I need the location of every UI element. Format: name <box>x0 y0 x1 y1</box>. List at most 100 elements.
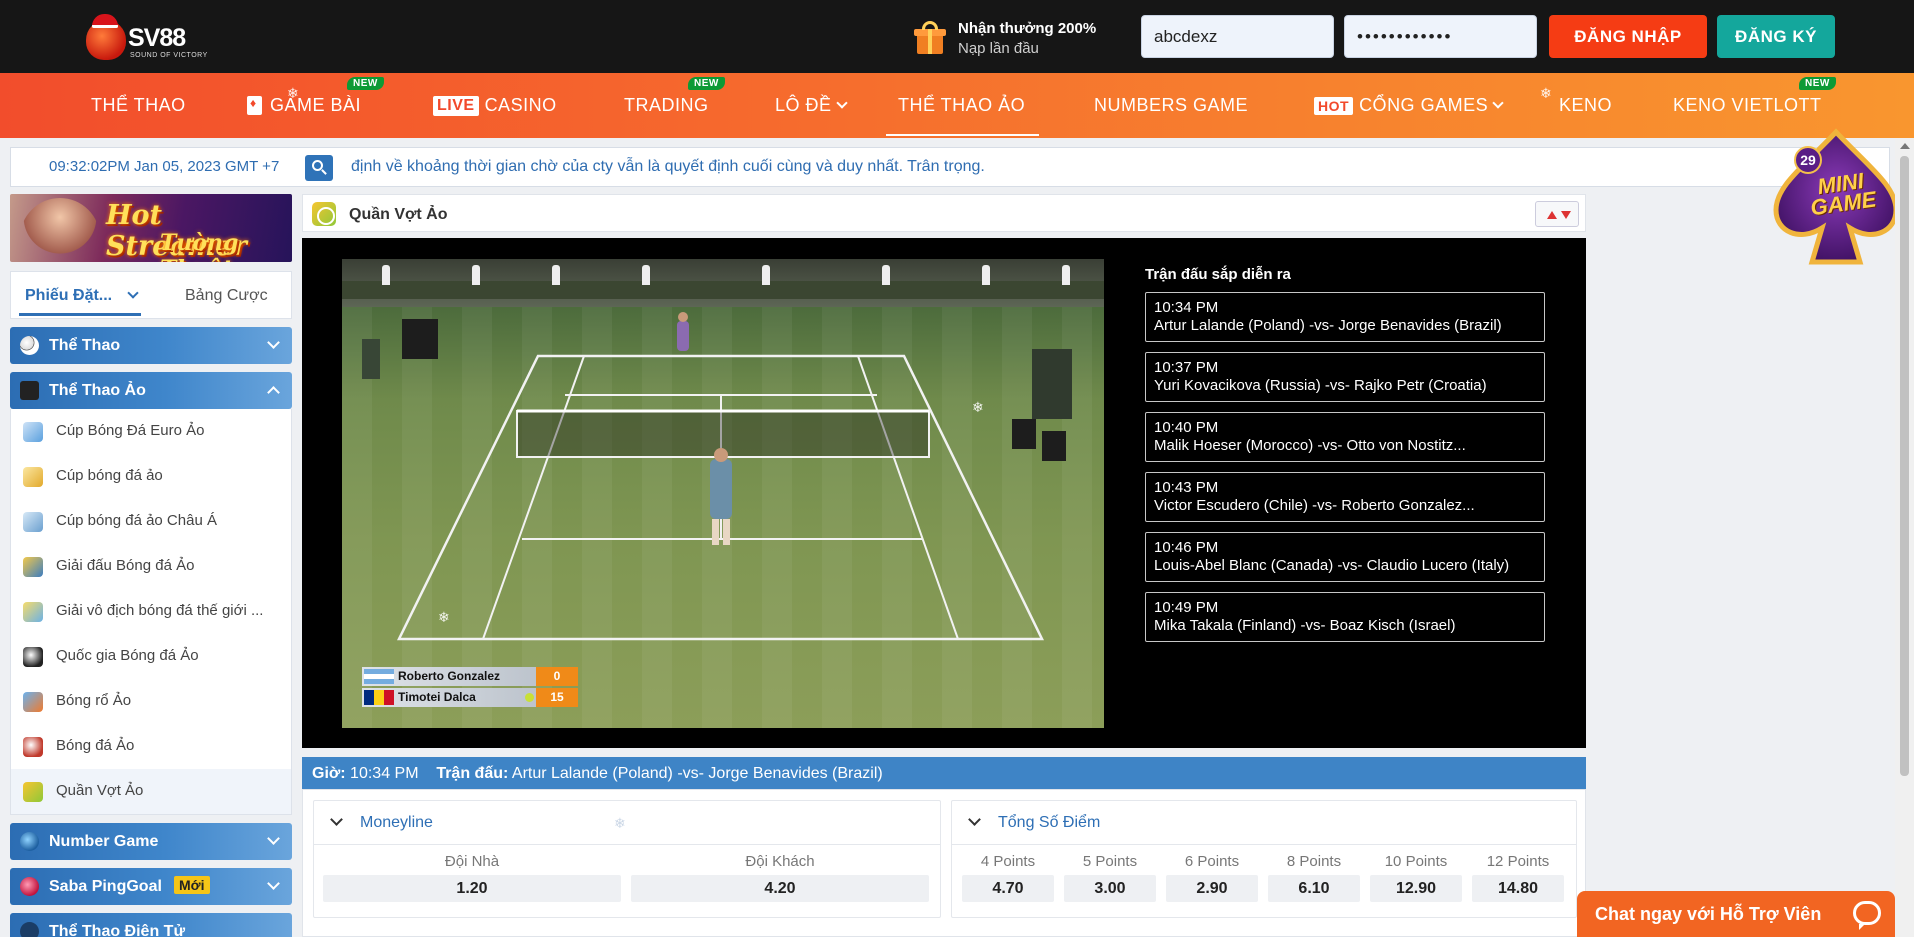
new-tag: Mới <box>174 876 210 894</box>
chevron-down-icon <box>267 336 280 349</box>
sidebar-section-sports[interactable]: Thể Thao <box>10 327 292 364</box>
market-title: Moneyline <box>360 814 433 831</box>
nav-label: LÔ ĐỀ <box>775 95 832 115</box>
password-input[interactable] <box>1344 15 1537 58</box>
sidebar-item-virtual-cup[interactable]: Cúp bóng đá ảo <box>11 454 291 499</box>
sidebar-section-number-game[interactable]: Number Game <box>10 823 292 860</box>
nav-item-live-casino[interactable]: LIVE CASINO <box>433 73 557 138</box>
odds-option-4-points[interactable]: 4 Points 4.70 <box>962 853 1054 902</box>
page-scrollbar[interactable] <box>1895 138 1914 937</box>
odds-option-6-points[interactable]: 6 Points 2.90 <box>1166 853 1258 902</box>
upcoming-match-item[interactable]: 10:37 PM Yuri Kovacikova (Russia) -vs- R… <box>1145 352 1545 402</box>
trophy-icon <box>23 602 43 622</box>
option-label: 10 Points <box>1384 853 1448 870</box>
live-chat-button[interactable]: Chat ngay với Hỗ Trợ Viên <box>1577 891 1895 937</box>
chevron-down-icon <box>1492 96 1504 109</box>
nav-item-sports[interactable]: THỂ THAO <box>91 73 186 138</box>
sidebar-section-saba-pinggoal[interactable]: Saba PingGoal Mới <box>10 868 292 905</box>
nav-label: KENO VIETLOTT <box>1673 95 1822 115</box>
time-label: Giờ: <box>312 765 346 782</box>
option-odds[interactable]: 14.80 <box>1472 875 1564 902</box>
option-odds[interactable]: 4.70 <box>962 875 1054 902</box>
tab-bet-list[interactable]: Bảng Cược <box>185 287 268 305</box>
tab-bet-slip[interactable]: Phiếu Đặt... <box>25 287 112 305</box>
odds-option-12-points[interactable]: 12 Points 14.80 <box>1472 853 1564 902</box>
clock: 09:32:02PM Jan 05, 2023 GMT +7 <box>49 158 280 175</box>
sidebar-section-esports[interactable]: Thể Thao Điện Tử <box>10 913 292 937</box>
match-time: 10:43 PM <box>1154 479 1219 496</box>
tennis-video-stream[interactable]: ❄ ❄ Roberto Gonzalez 0 Timotei Dalca 15 <box>342 259 1104 728</box>
login-button[interactable]: ĐĂNG NHẬP <box>1549 15 1707 58</box>
match-value: Artur Lalande (Poland) -vs- Jorge Benavi… <box>511 765 883 782</box>
sidebar-item-virtual-tennis[interactable]: Quần Vợt Ảo <box>11 769 291 814</box>
banner-subtitle: Tường Thuật <box>160 230 239 262</box>
option-odds[interactable]: 6.10 <box>1268 875 1360 902</box>
option-label: 4 Points <box>980 853 1036 870</box>
upcoming-match-item[interactable]: 10:43 PM Victor Escudero (Chile) -vs- Ro… <box>1145 472 1545 522</box>
nav-label: KENO <box>1559 95 1613 115</box>
match-time: 10:49 PM <box>1154 599 1219 616</box>
item-label: Giải đấu Bóng đá Ảo <box>56 557 195 574</box>
odds-option-10-points[interactable]: 10 Points 12.90 <box>1370 853 1462 902</box>
main-nav: THỂ THAO GAME BÀI NEW LIVE CASINO TRADIN… <box>0 73 1914 138</box>
chevron-down-icon[interactable] <box>330 813 343 826</box>
sidebar-item-euro-cup[interactable]: Cúp Bóng Đá Euro Ảo <box>11 409 291 454</box>
sidebar-section-virtual-sports[interactable]: Thể Thao Ảo <box>10 372 292 409</box>
odds-option-8-points[interactable]: 8 Points 6.10 <box>1268 853 1360 902</box>
mini-game-launcher[interactable]: 29 MINI GAME <box>1762 128 1910 276</box>
scroll-up-arrow-icon[interactable] <box>1900 143 1910 149</box>
option-odds[interactable]: 12.90 <box>1370 875 1462 902</box>
nav-item-virtual-sports[interactable]: THỂ THAO ẢO <box>885 73 1040 138</box>
promo-subtitle: Nạp lần đầu <box>958 39 1039 57</box>
sort-toggle-button[interactable] <box>1535 201 1579 227</box>
item-label: Bóng đá Ảo <box>56 737 135 754</box>
market-header[interactable]: Moneyline ❄ <box>314 801 940 845</box>
player-name: Timotei Dalca <box>398 690 476 704</box>
nav-item-trading[interactable]: TRADING NEW <box>624 73 725 138</box>
chevron-down-icon[interactable] <box>968 813 981 826</box>
sidebar-item-virtual-basketball[interactable]: Bóng rổ Ảo <box>11 679 291 724</box>
nav-item-card-games[interactable]: GAME BÀI NEW <box>247 73 384 138</box>
upcoming-match-item[interactable]: 10:49 PM Mika Takala (Finland) -vs- Boaz… <box>1145 592 1545 642</box>
nav-item-game-portal[interactable]: HOT CỔNG GAMES <box>1314 73 1504 138</box>
odds-option-5-points[interactable]: 5 Points 3.00 <box>1064 853 1156 902</box>
option-odds[interactable]: 3.00 <box>1064 875 1156 902</box>
market-header[interactable]: Tổng Số Điểm <box>952 801 1576 845</box>
time-value: 10:34 PM <box>350 765 419 782</box>
upcoming-match-item[interactable]: 10:40 PM Malik Hoeser (Morocco) -vs- Ott… <box>1145 412 1545 462</box>
chevron-down-icon[interactable] <box>127 287 139 299</box>
option-odds[interactable]: 2.90 <box>1166 875 1258 902</box>
scroll-thumb[interactable] <box>1900 156 1909 776</box>
search-button[interactable] <box>305 155 333 181</box>
nav-label: CASINO <box>484 95 557 115</box>
odds-option-away[interactable]: Đội Khách 4.20 <box>631 853 929 902</box>
username-input[interactable] <box>1141 15 1334 58</box>
nav-item-lottery[interactable]: LÔ ĐỀ <box>775 73 848 138</box>
sidebar-item-world-cup[interactable]: Giải vô địch bóng đá thế giới ... <box>11 589 291 634</box>
playing-card-icon <box>247 96 262 115</box>
sidebar-item-virtual-nations[interactable]: Quốc gia Bóng đá Ảo <box>11 634 291 679</box>
snowflake-icon: ❄ <box>614 815 626 831</box>
tennis-icon <box>23 782 43 802</box>
hot-streamer-banner[interactable]: Hot Streamer Tường Thuật <box>10 194 292 262</box>
soccer-icon <box>23 737 43 757</box>
register-button[interactable]: ĐĂNG KÝ <box>1717 15 1835 58</box>
odds-option-home[interactable]: Đội Nhà 1.20 <box>323 853 621 902</box>
promo-title: Nhận thưởng 200% <box>958 19 1097 37</box>
sidebar-item-asia-cup[interactable]: Cúp bóng đá ảo Châu Á <box>11 499 291 544</box>
nav-item-keno[interactable]: KENO <box>1559 73 1612 138</box>
sidebar-item-virtual-league[interactable]: Giải đấu Bóng đá Ảo <box>11 544 291 589</box>
player-name: Roberto Gonzalez <box>398 669 501 683</box>
option-odds[interactable]: 4.20 <box>631 875 929 902</box>
upcoming-match-item[interactable]: 10:46 PM Louis-Abel Blanc (Canada) -vs- … <box>1145 532 1545 582</box>
option-label: 12 Points <box>1486 853 1550 870</box>
item-label: Giải vô địch bóng đá thế giới ... <box>56 602 264 619</box>
sidebar-item-virtual-soccer[interactable]: Bóng đá Ảo <box>11 724 291 769</box>
site-logo[interactable]: SV88 SOUND OF VICTORY <box>86 14 216 64</box>
option-label: 5 Points <box>1082 853 1138 870</box>
first-deposit-promo[interactable]: Nhận thưởng 200% Nạp lần đầu <box>914 18 1096 58</box>
nav-item-numbers-game[interactable]: NUMBERS GAME <box>1094 73 1248 138</box>
option-odds[interactable]: 1.20 <box>323 875 621 902</box>
match-time: 10:46 PM <box>1154 539 1219 556</box>
upcoming-match-item[interactable]: 10:34 PM Artur Lalande (Poland) -vs- Jor… <box>1145 292 1545 342</box>
